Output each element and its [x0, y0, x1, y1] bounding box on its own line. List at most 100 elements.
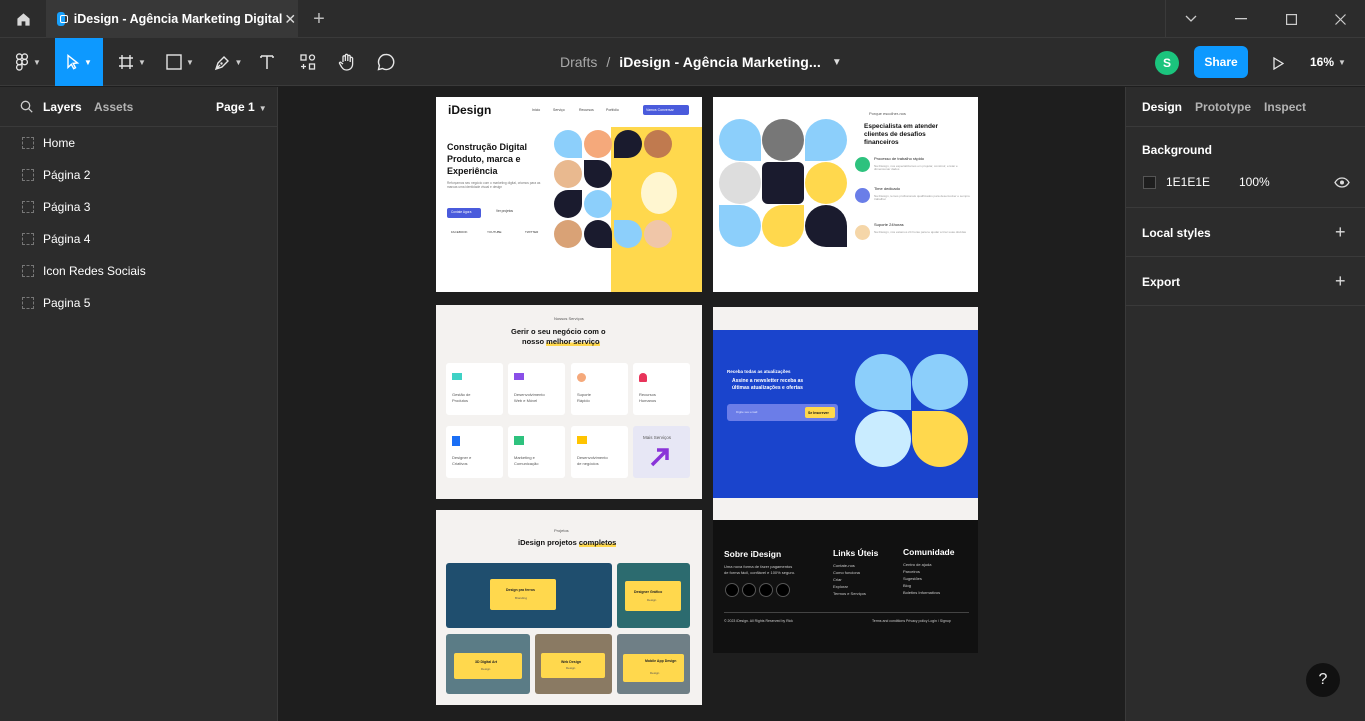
- mock-service-label: Humanos: [639, 398, 657, 403]
- mock-footer-link: Contate-nos: [833, 563, 855, 568]
- layer-pagina-2[interactable]: Página 2: [0, 159, 277, 191]
- tab-inspect[interactable]: Inspect: [1264, 100, 1306, 114]
- background-opacity-input[interactable]: 100%: [1239, 175, 1270, 190]
- mock-primary-btn: Contate Agora: [447, 208, 481, 218]
- mock-service-card: Recursos Humanos: [633, 363, 690, 415]
- mock-project-label: Web Design Design: [541, 653, 605, 678]
- mock-nav-item: Recursos: [579, 108, 594, 112]
- maximize-icon[interactable]: [1266, 0, 1316, 38]
- comment-icon: [377, 53, 395, 71]
- home-icon: [16, 12, 30, 26]
- mock-service-label: de negócios: [577, 461, 599, 466]
- mock-project-label: Design pra ferros Branding: [490, 579, 556, 610]
- file-name[interactable]: iDesign - Agência Marketing...: [619, 54, 821, 70]
- tab-assets[interactable]: Assets: [94, 100, 133, 114]
- main-menu-button[interactable]: ▼: [8, 38, 48, 86]
- mock-title: últimas atualizações e ofertas: [732, 385, 803, 391]
- frame-icon: [119, 55, 134, 69]
- close-window-icon[interactable]: [1315, 0, 1365, 38]
- cursor-icon: [67, 54, 80, 70]
- breadcrumb: Drafts / iDesign - Agência Marketing... …: [560, 38, 842, 86]
- background-hex-input[interactable]: 1E1E1E: [1166, 175, 1210, 190]
- layer-pagina-5[interactable]: Pagina 5: [0, 287, 277, 319]
- mock-feature-body: Na iDesign, temos profissionais qualific…: [874, 194, 970, 202]
- pen-tool[interactable]: ▼: [206, 38, 250, 86]
- breadcrumb-drafts[interactable]: Drafts: [560, 54, 597, 70]
- search-icon[interactable]: [20, 100, 33, 113]
- mock-social: FACEBOOK: [451, 230, 468, 234]
- add-export-icon[interactable]: +: [1335, 271, 1346, 292]
- layer-label: Home: [43, 136, 76, 150]
- shape-tool[interactable]: ▼: [158, 38, 202, 86]
- mock-copyright: © 2023 iDesign. All Rights Reserved by R…: [724, 619, 793, 623]
- home-button[interactable]: [0, 0, 46, 38]
- avatar[interactable]: S: [1155, 51, 1179, 75]
- tab-layers[interactable]: Layers: [43, 100, 82, 114]
- mock-shape: [805, 162, 847, 204]
- export-heading: Export: [1142, 275, 1181, 289]
- color-swatch[interactable]: [1143, 176, 1156, 189]
- mock-footer-link: Sugestões: [903, 576, 922, 581]
- tab-design[interactable]: Design: [1142, 100, 1182, 114]
- layer-home[interactable]: Home: [0, 127, 277, 159]
- layer-pagina-4[interactable]: Página 4: [0, 223, 277, 255]
- present-button[interactable]: [1266, 51, 1290, 75]
- mock-title-highlight: completos: [578, 538, 617, 547]
- mock-feature-title: Time dedicado: [874, 186, 901, 191]
- mock-shape: [912, 354, 968, 410]
- add-style-icon[interactable]: +: [1335, 222, 1346, 243]
- mock-service-card: Suporte Rápido: [571, 363, 628, 415]
- move-tool[interactable]: ▼: [55, 38, 103, 86]
- mock-subscribe-btn: Se Inscrever: [805, 407, 835, 418]
- mock-service-icon: [452, 373, 462, 380]
- canvas[interactable]: iDesign Inicio Serviço Recursos Portfoli…: [279, 87, 1124, 721]
- mock-footer-title: Comunidade: [903, 547, 955, 557]
- mock-title: Especialista em atender: [864, 123, 939, 130]
- mock-shape: [554, 190, 582, 218]
- comment-tool[interactable]: [373, 38, 399, 86]
- mock-portrait: [554, 160, 582, 188]
- frame-icon: [22, 169, 34, 181]
- mock-headline: Produto, marca e: [447, 154, 521, 164]
- layer-label: Página 4: [43, 232, 91, 246]
- mock-title: iDesign projetos completos: [518, 538, 617, 548]
- mock-subscribe-label: Se Inscrever: [808, 410, 829, 415]
- mock-more-label: Mais Serviços: [643, 435, 672, 440]
- frame-pagina-4[interactable]: Receba todas as atualizações Assine a ne…: [713, 307, 978, 520]
- instagram-icon: [725, 583, 739, 597]
- chevron-down-icon[interactable]: ▼: [832, 57, 842, 68]
- zoom-control[interactable]: 16% ▼: [1310, 46, 1360, 78]
- frame-pagina-2[interactable]: Porque escolher-nos Especialista em aten…: [713, 97, 978, 292]
- frame-pagina-5[interactable]: Projetos iDesign projetos completos Desi…: [436, 510, 702, 705]
- mock-service-label: Recursos: [639, 392, 656, 397]
- close-tab-icon[interactable]: ✕: [282, 11, 298, 28]
- layer-pagina-3[interactable]: Página 3: [0, 191, 277, 223]
- frame-tool[interactable]: ▼: [110, 38, 154, 86]
- mock-service-label: Desenvolvimento: [514, 392, 545, 397]
- layer-icon-redes-sociais[interactable]: Icon Redes Sociais: [0, 255, 277, 287]
- frame-footer[interactable]: Sobre iDesign Uma nova forma de fazer pa…: [713, 520, 978, 653]
- mock-shape: [614, 220, 642, 248]
- twitter-icon: [742, 583, 756, 597]
- local-styles-heading: Local styles: [1142, 226, 1211, 240]
- resources-tool[interactable]: [295, 38, 321, 86]
- share-button[interactable]: Share: [1194, 46, 1248, 78]
- mock-feature-title: Processo de trabalho rápido: [874, 156, 925, 161]
- tab-prototype[interactable]: Prototype: [1195, 100, 1251, 114]
- frame-home[interactable]: iDesign Inicio Serviço Recursos Portfoli…: [436, 97, 702, 292]
- chevron-down-icon[interactable]: [1166, 0, 1216, 38]
- page-selector[interactable]: Page 1 ▼: [216, 100, 267, 114]
- frame-pagina-3[interactable]: Nossos Serviços Gerir o seu negócio com …: [436, 305, 702, 499]
- mock-shape: [584, 160, 612, 188]
- mock-legal: Terms and conditions Privacy policy Logi…: [872, 619, 951, 623]
- text-tool[interactable]: [254, 38, 280, 86]
- file-tab[interactable]: iDesign - Agência Marketing Digital ✕: [46, 0, 298, 38]
- mock-shape: [614, 130, 642, 158]
- eye-icon[interactable]: [1334, 177, 1350, 188]
- mock-service-label: Web e Móvel: [514, 398, 538, 403]
- hand-tool[interactable]: [334, 38, 360, 86]
- new-tab-icon[interactable]: +: [306, 0, 332, 38]
- mock-footer-link: Criar: [833, 577, 842, 582]
- minimize-icon[interactable]: [1216, 0, 1266, 38]
- help-button[interactable]: ?: [1306, 663, 1340, 697]
